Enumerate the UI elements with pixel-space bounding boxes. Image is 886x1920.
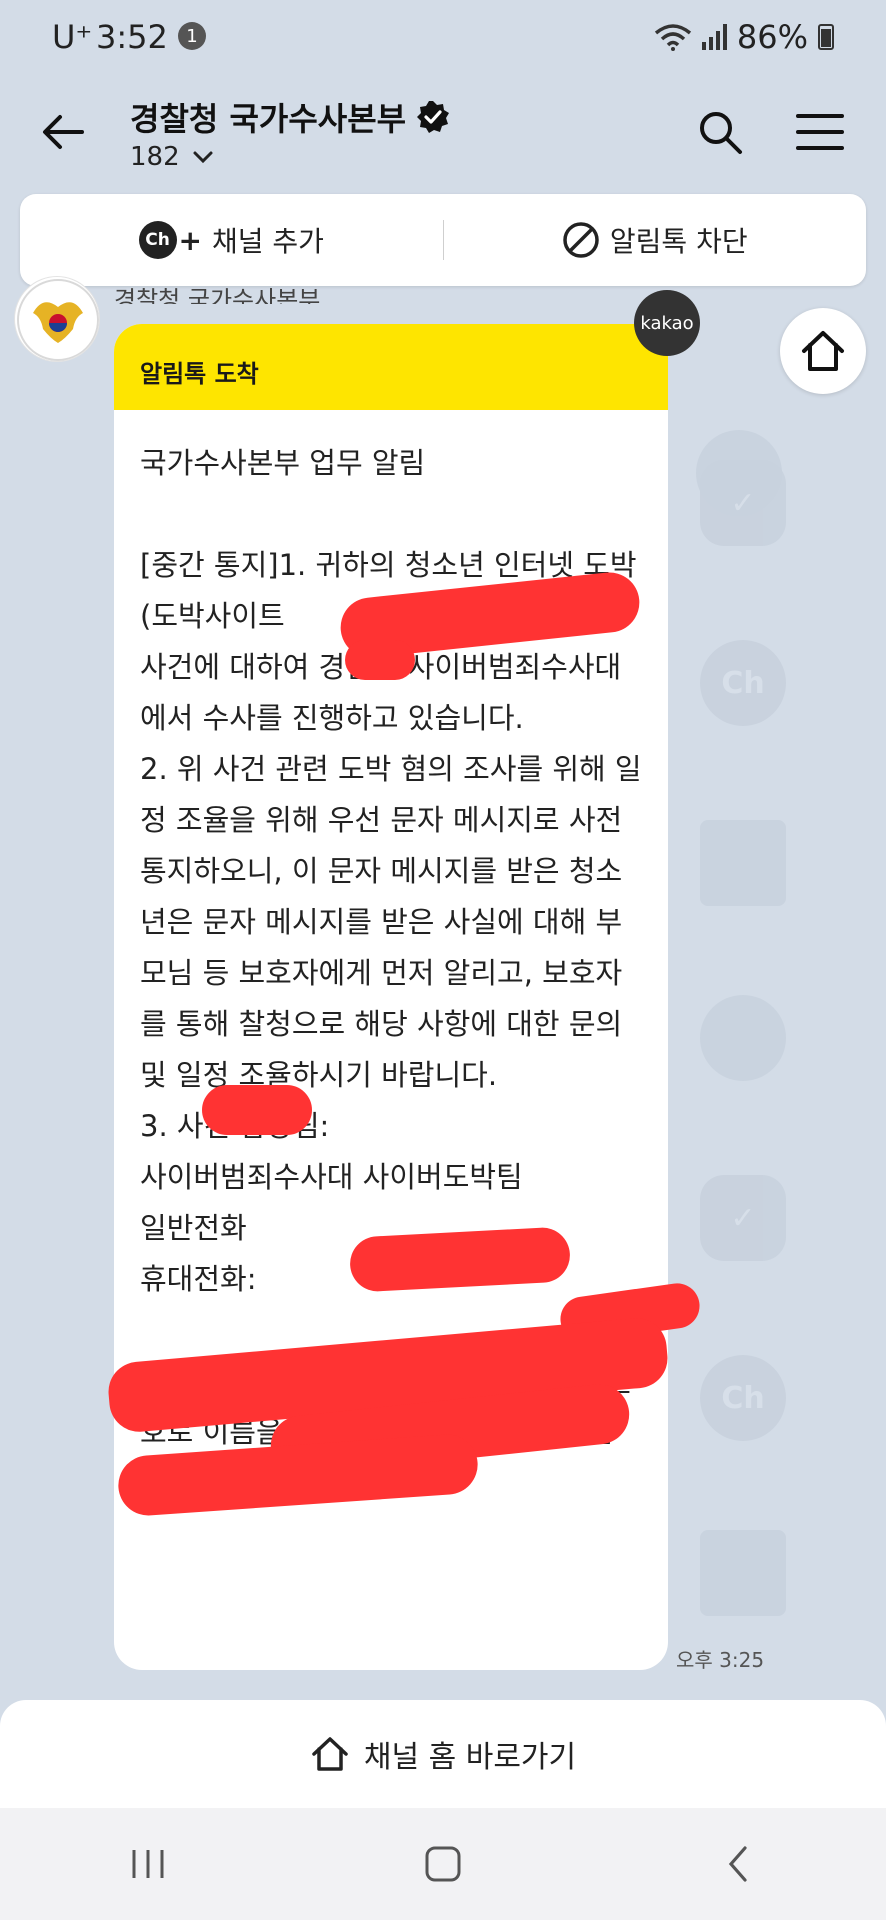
redaction-mark <box>345 640 415 680</box>
channel-action-bar: Ch + 채널 추가 알림톡 차단 <box>20 194 866 286</box>
block-icon <box>563 222 599 258</box>
battery-percent: 86% <box>736 18 808 56</box>
add-channel-label: 채널 추가 <box>212 225 324 258</box>
add-channel-button[interactable]: Ch + 채널 추가 <box>20 220 443 260</box>
channel-home-float-button[interactable] <box>780 308 866 394</box>
back-arrow-icon[interactable] <box>38 106 90 158</box>
channel-title[interactable]: 경찰청 국가수사본부 <box>130 94 450 140</box>
channel-home-label: 채널 홈 바로가기 <box>363 1740 577 1775</box>
police-emblem-icon <box>17 279 99 361</box>
sender-name: 경찰청 국가수사본부 <box>114 286 321 304</box>
follower-count[interactable]: 182 <box>130 142 214 172</box>
signal-icon <box>701 24 727 50</box>
search-icon[interactable] <box>694 106 746 158</box>
sender-avatar[interactable] <box>14 276 100 362</box>
menu-icon[interactable] <box>794 106 846 158</box>
back-chevron-icon <box>729 1846 747 1882</box>
redaction-mark <box>348 1226 572 1293</box>
channel-name-label: 경찰청 국가수사본부 <box>130 100 407 138</box>
system-icons: 86% <box>654 18 834 56</box>
background-globe-icon-2 <box>700 995 786 1081</box>
background-ch-icon-2: Ch <box>700 1355 786 1441</box>
wifi-icon <box>654 24 691 51</box>
block-alimtalk-label: 알림톡 차단 <box>609 225 748 258</box>
notification-count-badge: 1 <box>178 22 206 50</box>
home-nav-button[interactable] <box>413 1834 473 1894</box>
background-bank-icon-2 <box>700 1530 786 1616</box>
background-verified-icon: ✓ <box>700 460 786 546</box>
block-alimtalk-button[interactable]: 알림톡 차단 <box>444 220 867 260</box>
back-nav-button[interactable] <box>708 1834 768 1894</box>
message-time: 오후 3:25 <box>676 1648 765 1672</box>
background-verified-icon-2: ✓ <box>700 1175 786 1261</box>
chat-header: 경찰청 국가수사본부 182 <box>0 84 886 184</box>
message-header: 알림톡 도착 <box>114 324 668 410</box>
kakao-badge: kakao <box>634 290 700 356</box>
status-bar: U⁺ 3:52 1 86% <box>0 0 886 72</box>
system-navigation-bar <box>0 1808 886 1920</box>
background-ch-icon: Ch <box>700 640 786 726</box>
recent-apps-button[interactable] <box>118 1834 178 1894</box>
redaction-mark <box>202 1085 312 1135</box>
verified-check-icon <box>417 101 450 133</box>
follower-count-value: 182 <box>130 142 180 172</box>
ch-badge: Ch <box>138 221 177 259</box>
carrier-label: U⁺ <box>52 18 93 56</box>
ch-plus-icon: Ch + <box>138 221 202 259</box>
chevron-down-icon <box>193 151 213 164</box>
home-outline-icon <box>312 1737 348 1771</box>
channel-home-button[interactable]: 채널 홈 바로가기 <box>0 1700 886 1808</box>
recent-apps-icon <box>132 1850 164 1878</box>
clock-time: 3:52 <box>96 18 168 56</box>
home-square-icon <box>425 1846 461 1882</box>
background-bank-icon <box>700 820 786 906</box>
home-icon <box>802 331 844 371</box>
battery-icon <box>818 24 834 50</box>
